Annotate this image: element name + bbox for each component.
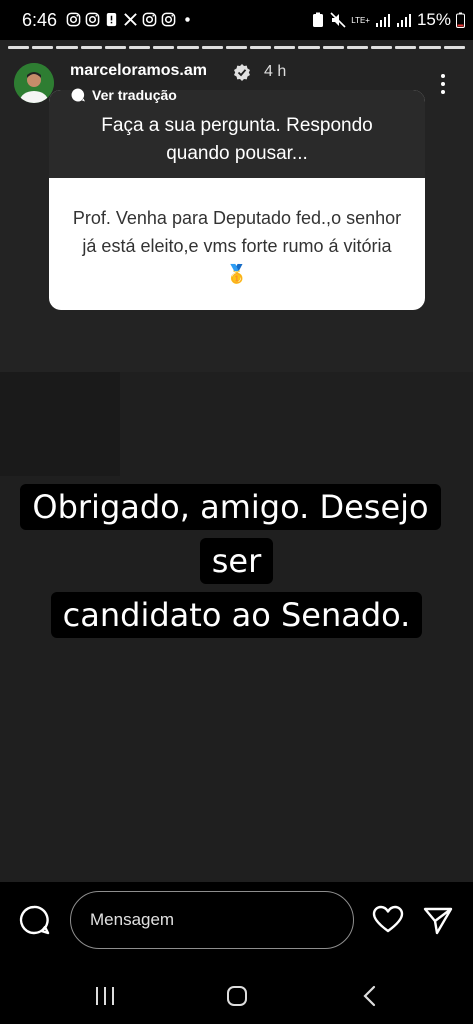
progress-segment	[298, 46, 320, 49]
question-prompt-area: Faça a sua pergunta. Respondo quando pou…	[49, 90, 425, 178]
instagram-icon	[66, 12, 81, 27]
progress-segment	[177, 46, 199, 49]
progress-segment	[419, 46, 441, 49]
signal-icon	[375, 14, 390, 27]
more-options-icon[interactable]	[436, 72, 450, 96]
back-icon[interactable]	[360, 984, 380, 1008]
reply-line-2: candidato ao Senado.	[50, 592, 423, 638]
translate-label: Ver tradução	[92, 87, 177, 103]
home-icon[interactable]	[224, 984, 250, 1008]
progress-segment	[395, 46, 417, 49]
progress-segment	[80, 46, 102, 49]
alert-icon	[106, 12, 117, 27]
progress-segment	[250, 46, 272, 49]
network-label: LTE+	[351, 15, 370, 25]
translate-link[interactable]: Ver tradução	[70, 87, 177, 103]
question-sticker: Faça a sua pergunta. Respondo quando pou…	[49, 90, 425, 310]
status-time: 6:46	[22, 10, 58, 30]
instagram-icon	[161, 12, 176, 27]
avatar[interactable]	[14, 63, 54, 103]
heart-icon[interactable]	[372, 904, 404, 936]
signal-icon	[396, 14, 411, 27]
mute-icon	[330, 12, 346, 28]
instagram-icon	[85, 12, 100, 27]
progress-segment	[32, 46, 54, 49]
progress-segment	[443, 46, 465, 49]
x-icon	[124, 13, 137, 26]
message-placeholder: Mensagem	[90, 910, 175, 929]
progress-segment	[225, 46, 248, 49]
battery-percent: 15%	[416, 10, 451, 29]
question-answer: Prof. Venha para Deputado fed.,o senhor …	[72, 208, 402, 284]
progress-segment	[371, 46, 393, 49]
profile-picture	[14, 63, 54, 103]
battery-saver-icon	[313, 12, 324, 27]
camera-icon[interactable]	[18, 904, 50, 936]
progress-segment	[274, 46, 296, 49]
progress-segment	[201, 46, 223, 49]
story-dark-block	[0, 372, 120, 476]
battery-icon	[456, 12, 465, 28]
dot-icon	[185, 17, 190, 22]
username[interactable]: marceloramos.am	[70, 62, 207, 80]
translate-icon	[71, 88, 85, 102]
progress-segment	[322, 46, 344, 49]
story-progress-bar	[8, 46, 465, 49]
question-prompt: Faça a sua pergunta. Respondo quando pou…	[101, 115, 373, 164]
reply-caption: Obrigado, amigo. Desejo ser candidato ao…	[0, 480, 473, 642]
message-input[interactable]: Mensagem	[70, 891, 354, 949]
instagram-icon	[142, 12, 157, 27]
progress-segment	[56, 46, 78, 49]
verified-icon	[234, 64, 250, 81]
notification-icons	[66, 12, 195, 27]
post-time: 4 h	[264, 63, 287, 80]
progress-segment	[104, 46, 127, 49]
send-icon[interactable]	[422, 904, 454, 936]
status-bar: 6:46 LTE+ 15%	[0, 0, 473, 40]
status-right: LTE+ 15%	[311, 10, 465, 30]
recent-apps-icon[interactable]	[92, 984, 118, 1008]
reply-line-1: Obrigado, amigo. Desejo ser	[20, 484, 441, 584]
progress-segment	[8, 46, 30, 49]
progress-segment	[129, 46, 151, 49]
progress-segment	[346, 46, 369, 49]
progress-segment	[153, 46, 175, 49]
